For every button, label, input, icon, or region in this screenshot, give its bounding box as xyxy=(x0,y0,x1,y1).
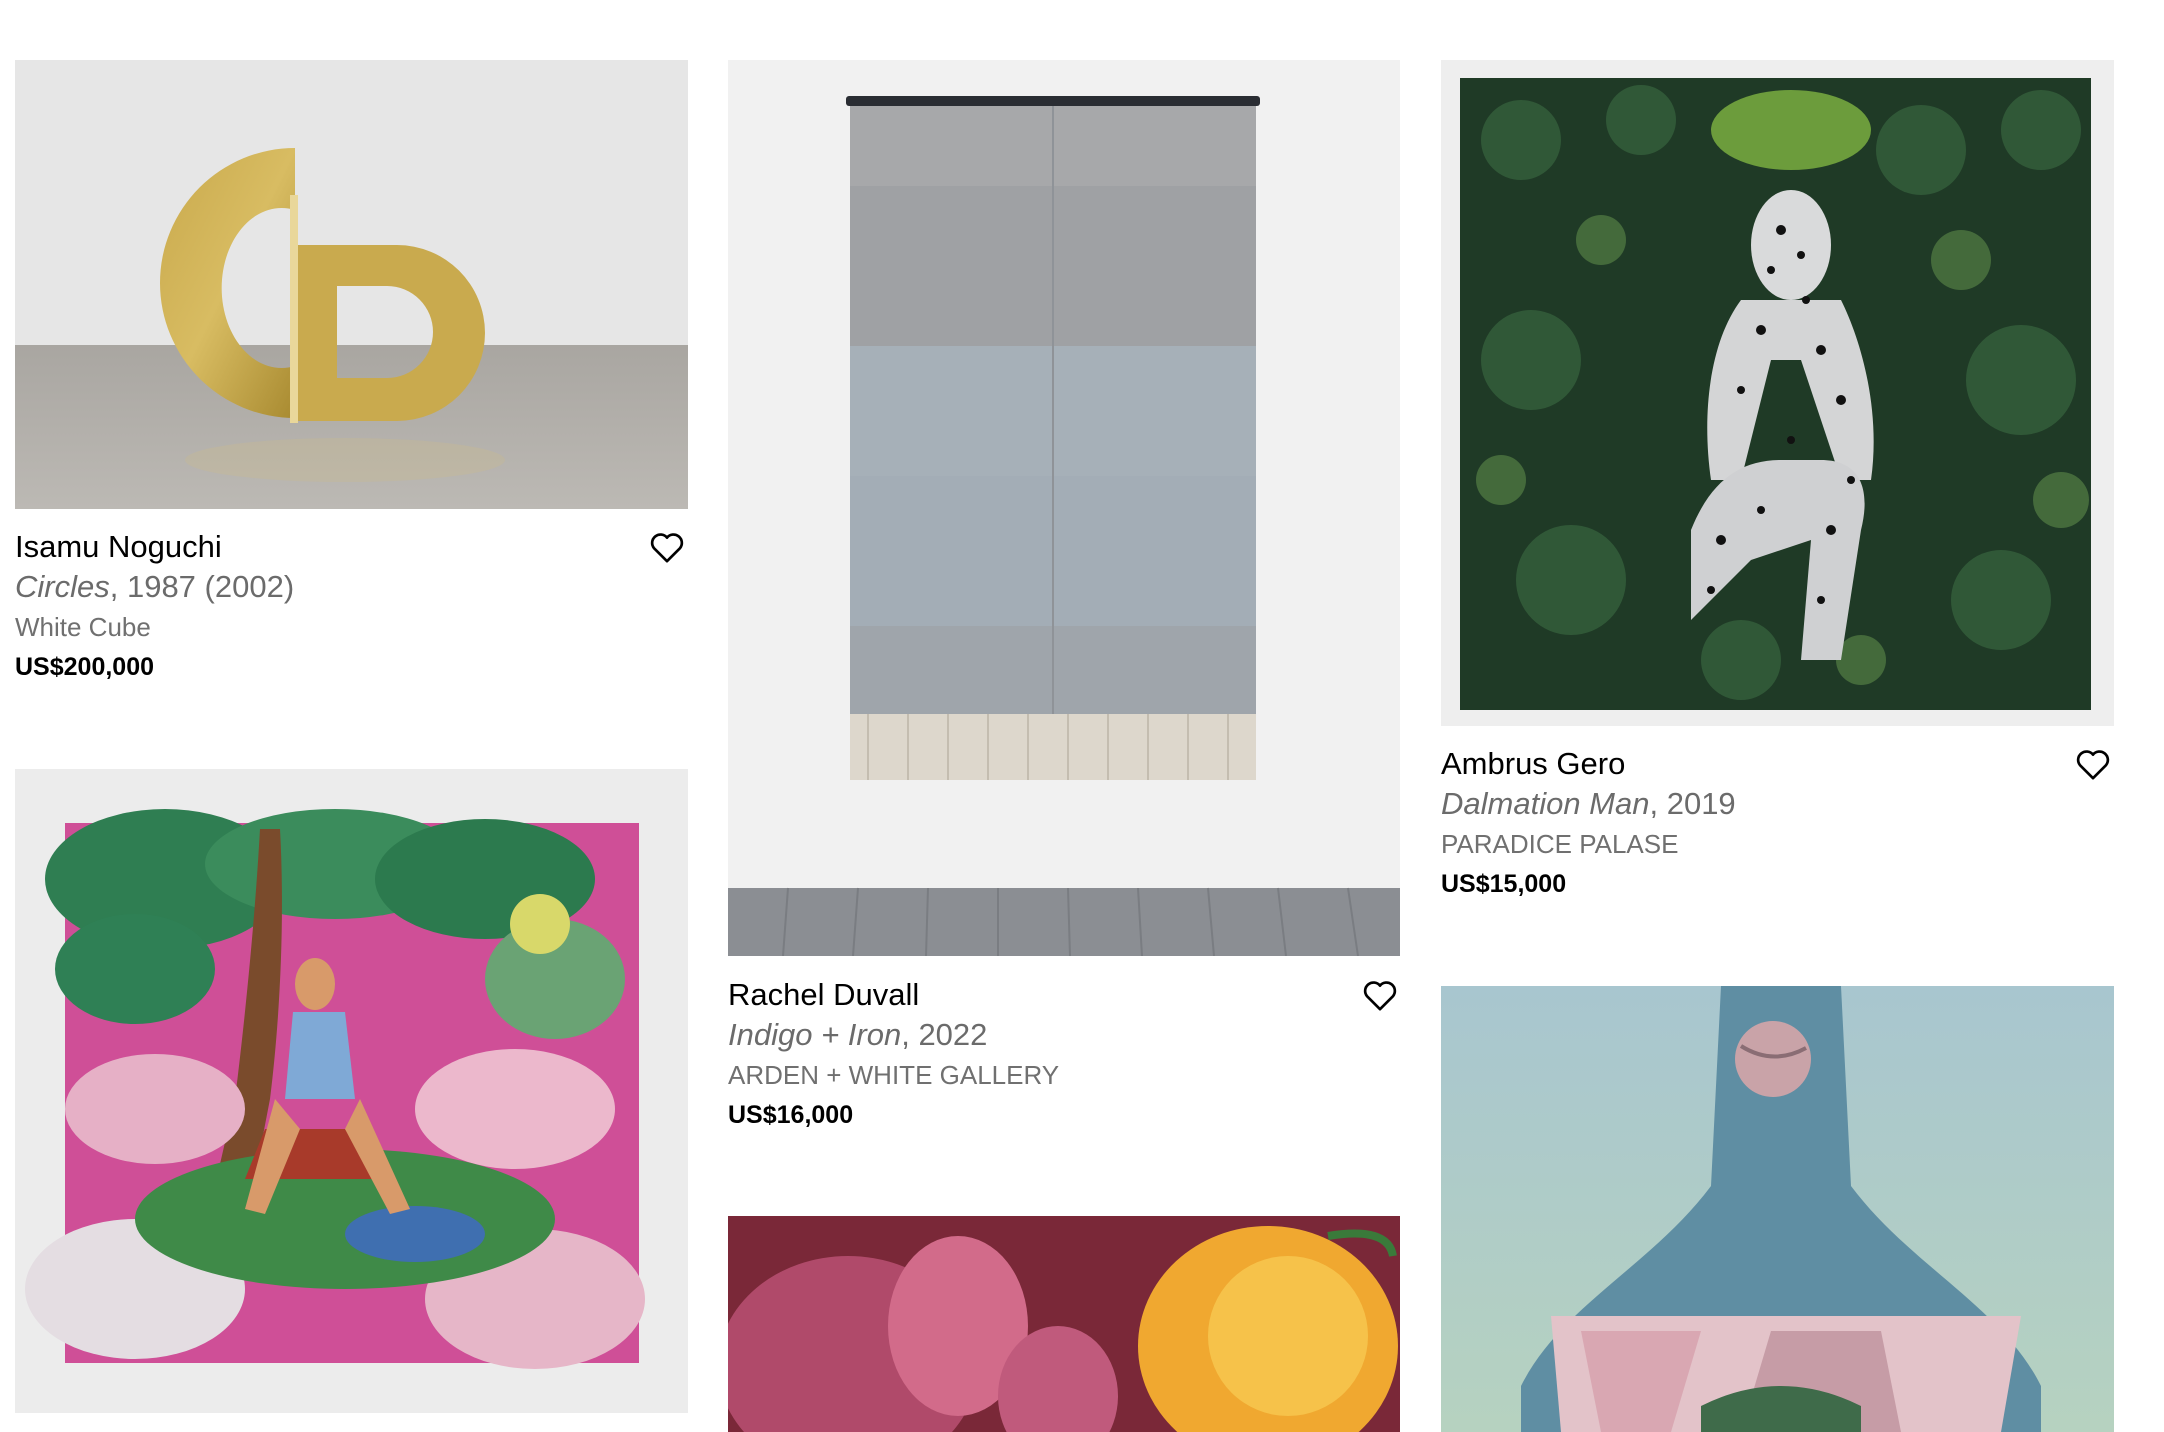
artwork-title: Indigo + Iron xyxy=(728,1017,902,1052)
artwork-card-circles[interactable]: Isamu Noguchi Circles, 1987 (2002) White… xyxy=(15,527,687,687)
artwork-image-indigo-iron[interactable] xyxy=(728,60,1400,956)
artwork-date: , 2019 xyxy=(1649,786,1736,821)
artwork-price: US$200,000 xyxy=(15,653,155,681)
artwork-title-line: Indigo + Iron, 2022 xyxy=(728,1015,1400,1055)
artwork-title: Dalmation Man xyxy=(1441,786,1650,821)
heart-outline-icon xyxy=(1363,981,1397,1011)
save-heart-button[interactable] xyxy=(647,527,687,567)
gallery-name[interactable]: PARADICE PALASE xyxy=(1441,824,2113,864)
artist-name[interactable]: Ambrus Gero xyxy=(1441,744,2113,784)
artwork-date: , 2022 xyxy=(901,1017,988,1052)
heart-outline-icon xyxy=(650,533,684,563)
artwork-card-indigo-iron[interactable]: Rachel Duvall Indigo + Iron, 2022 ARDEN … xyxy=(728,975,1400,1135)
artwork-image-garden-painting[interactable] xyxy=(15,769,688,1413)
artwork-title: Circles xyxy=(15,569,110,604)
painting-photo xyxy=(1441,986,2114,1432)
weaving-photo xyxy=(728,60,1400,956)
artwork-card-dalmation-man[interactable]: Ambrus Gero Dalmation Man, 2019 PARADICE… xyxy=(1441,744,2113,904)
painting-photo xyxy=(728,1216,1400,1432)
artist-name[interactable]: Isamu Noguchi xyxy=(15,527,687,567)
artwork-image-vessel-painting[interactable] xyxy=(1441,986,2114,1432)
painting-photo xyxy=(1441,60,2114,726)
sculpture-photo xyxy=(15,60,688,509)
artwork-title-line: Dalmation Man, 2019 xyxy=(1441,784,2113,824)
artist-name[interactable]: Rachel Duvall xyxy=(728,975,1400,1015)
save-heart-button[interactable] xyxy=(1360,975,1400,1015)
artwork-price: US$15,000 xyxy=(1441,870,1567,898)
gallery-name[interactable]: White Cube xyxy=(15,607,687,647)
painting-photo xyxy=(15,769,688,1413)
save-heart-button[interactable] xyxy=(2073,744,2113,784)
artwork-image-flower-painting[interactable] xyxy=(728,1216,1400,1432)
gallery-name[interactable]: ARDEN + WHITE GALLERY xyxy=(728,1055,1400,1095)
heart-outline-icon xyxy=(2076,750,2110,780)
artwork-title-line: Circles, 1987 (2002) xyxy=(15,567,687,607)
artwork-price: US$16,000 xyxy=(728,1101,854,1129)
artwork-image-circles[interactable] xyxy=(15,60,688,509)
artwork-image-dalmation-man[interactable] xyxy=(1441,60,2114,726)
artwork-date: , 1987 (2002) xyxy=(109,569,295,604)
